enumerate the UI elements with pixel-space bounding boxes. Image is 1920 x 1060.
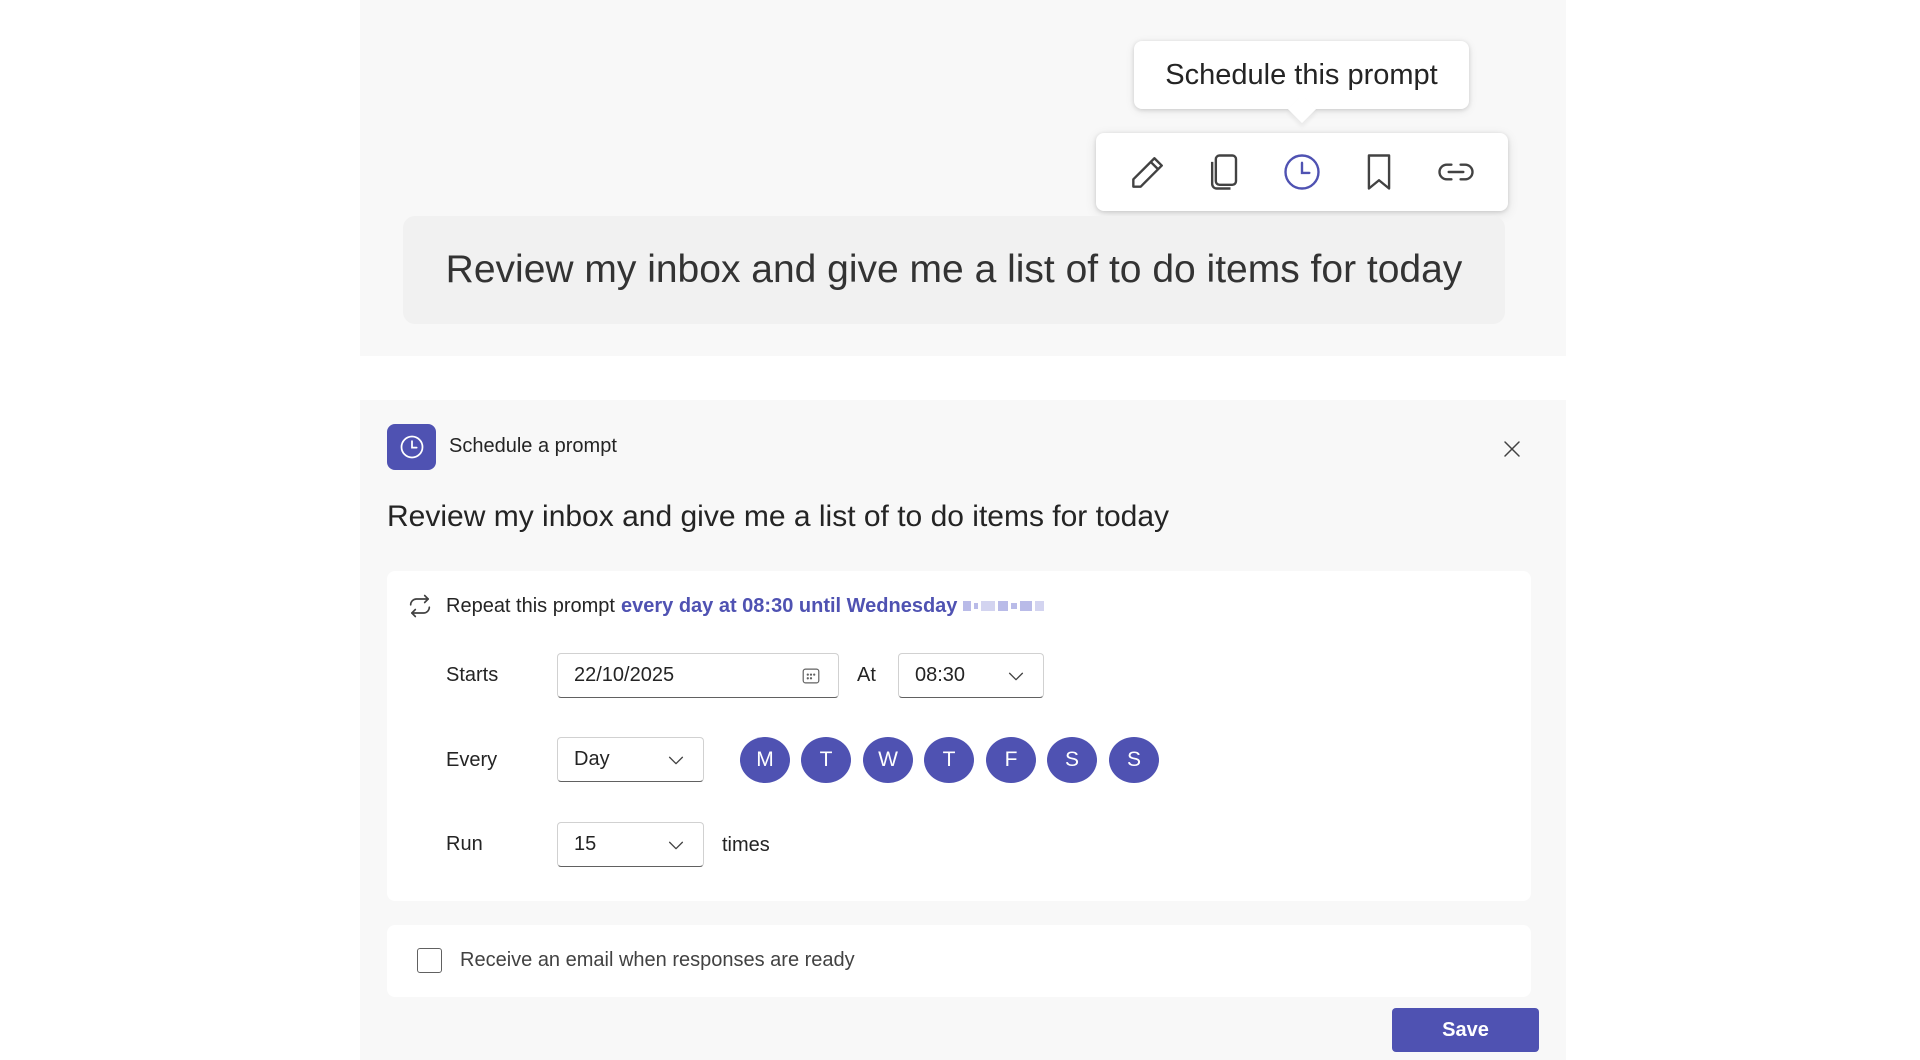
run-suffix: times xyxy=(722,834,770,856)
at-label: At xyxy=(857,664,876,686)
clock-icon xyxy=(400,435,423,459)
email-checkbox-label[interactable]: Receive an email when responses are read… xyxy=(460,949,855,972)
prompt-bubble: Review my inbox and give me a list of to… xyxy=(403,216,1505,324)
run-count-dropdown[interactable]: 15 xyxy=(557,822,704,867)
repeat-icon xyxy=(409,594,431,618)
clock-icon xyxy=(1284,154,1320,190)
copy-button[interactable] xyxy=(1195,142,1255,202)
close-icon xyxy=(1504,441,1520,457)
schedule-badge xyxy=(387,424,436,470)
day-toggle-saturday[interactable]: S xyxy=(1047,737,1097,783)
prompt-action-toolbar xyxy=(1096,133,1508,211)
link-icon xyxy=(1437,163,1474,181)
bookmark-icon xyxy=(1367,154,1391,190)
start-date-picker[interactable]: 22/10/2025 xyxy=(557,653,839,698)
chevron-down-icon xyxy=(668,841,684,849)
chevron-down-icon xyxy=(668,756,684,764)
bookmark-button[interactable] xyxy=(1349,142,1409,202)
starts-label: Starts xyxy=(446,664,499,686)
frequency-value: Day xyxy=(574,748,610,770)
redacted-date xyxy=(963,601,1045,611)
run-count-value: 15 xyxy=(574,833,597,855)
tooltip-text: Schedule this prompt xyxy=(1165,58,1438,91)
day-toggle-friday[interactable]: F xyxy=(986,737,1036,783)
copy-icon xyxy=(1211,154,1238,190)
repeat-prefix: Repeat this prompt xyxy=(446,594,615,617)
schedule-tooltip: Schedule this prompt xyxy=(1134,41,1469,109)
pencil-icon xyxy=(1132,157,1164,188)
day-toggle-thursday[interactable]: T xyxy=(924,737,974,783)
day-toggle-sunday[interactable]: S xyxy=(1109,737,1159,783)
edit-button[interactable] xyxy=(1118,142,1178,202)
every-label: Every xyxy=(446,749,498,771)
time-value: 08:30 xyxy=(915,664,966,686)
link-button[interactable] xyxy=(1426,142,1486,202)
day-toggle-tuesday[interactable]: T xyxy=(801,737,851,783)
save-button[interactable]: Save xyxy=(1392,1008,1539,1052)
email-checkbox[interactable] xyxy=(417,948,442,973)
day-toggle-wednesday[interactable]: W xyxy=(863,737,913,783)
chevron-down-icon xyxy=(1008,672,1024,680)
repeat-summary-line: Repeat this prompt every day at 08:30 un… xyxy=(406,592,1045,620)
start-date-value: 22/10/2025 xyxy=(574,664,675,686)
calendar-icon[interactable] xyxy=(800,665,822,687)
repeat-summary-link[interactable]: every day at 08:30 until Wednesday xyxy=(621,595,957,618)
close-button[interactable] xyxy=(1496,433,1528,465)
day-toggle-monday[interactable]: M xyxy=(740,737,790,783)
run-label: Run xyxy=(446,833,483,855)
schedule-button[interactable] xyxy=(1272,142,1332,202)
prompt-bubble-text: Review my inbox and give me a list of to… xyxy=(445,248,1463,291)
frequency-dropdown[interactable]: Day xyxy=(557,737,704,782)
schedule-title: Schedule a prompt xyxy=(449,435,617,457)
app-canvas: Schedule this prompt Review my inbox and… xyxy=(0,0,1920,1060)
schedule-prompt-text: Review my inbox and give me a list of to… xyxy=(387,500,1170,533)
time-dropdown[interactable]: 08:30 xyxy=(898,653,1044,698)
